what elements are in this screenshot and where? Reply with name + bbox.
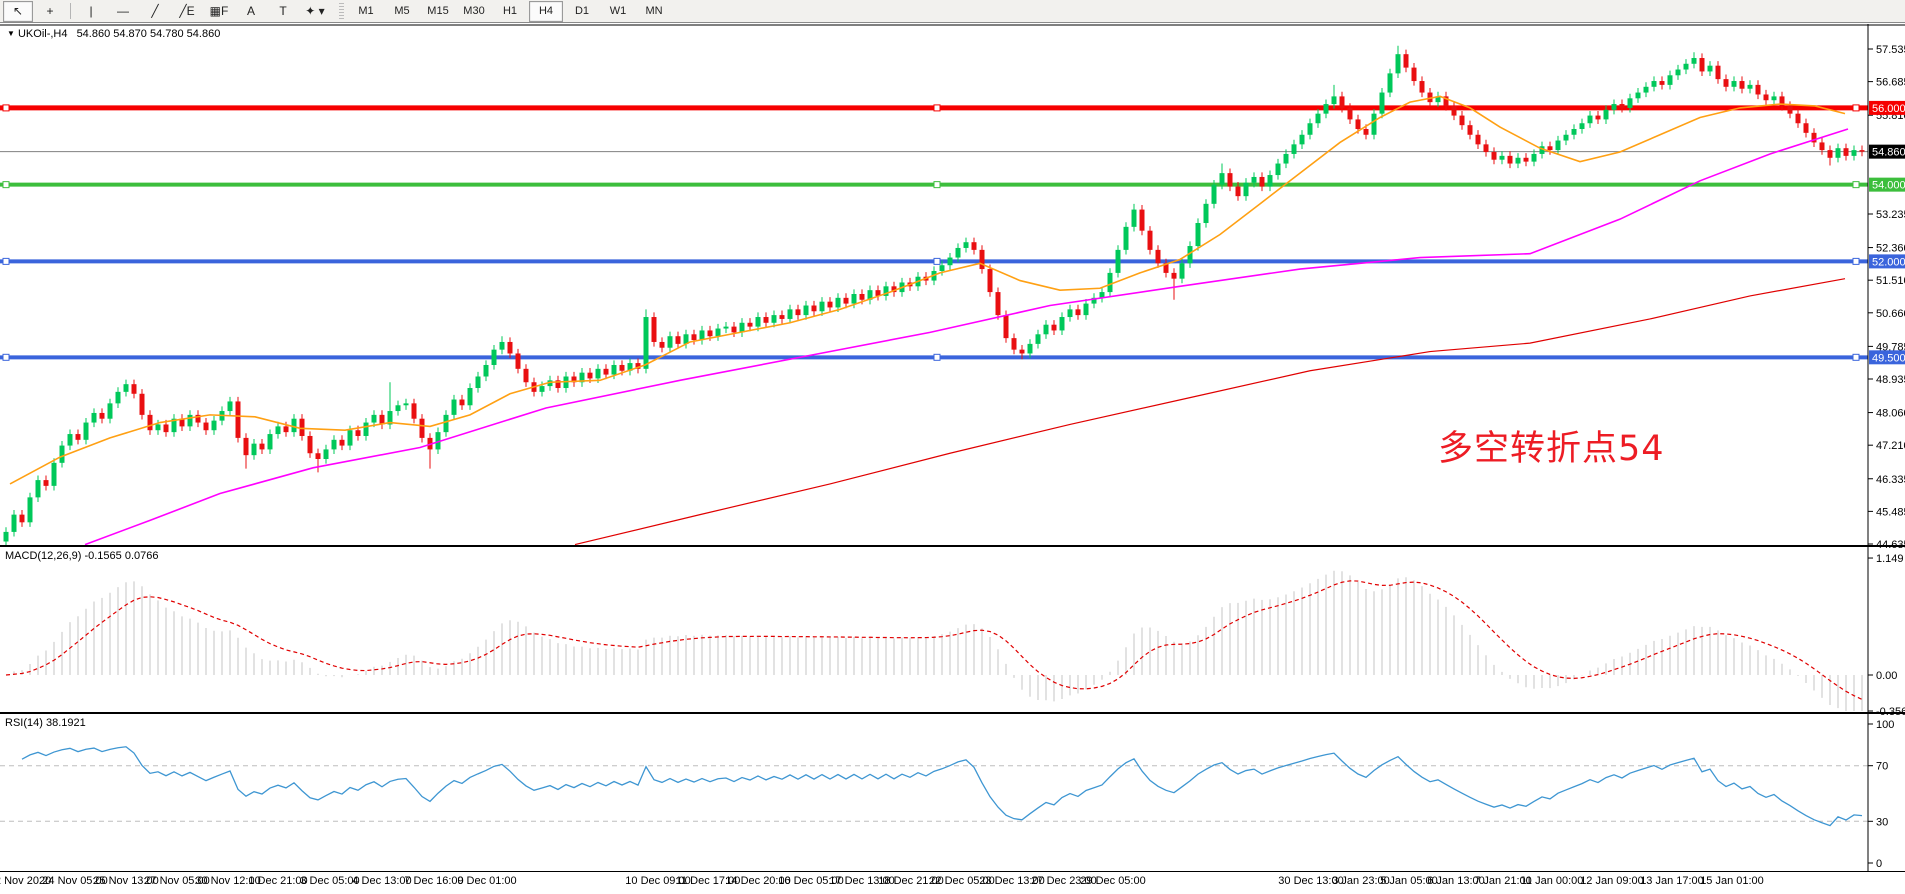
svg-text:48.060: 48.060 — [1876, 408, 1905, 420]
timeframe-m5[interactable]: M5 — [385, 1, 419, 22]
time-axis-label: 29 Dec 05:00 — [1080, 875, 1145, 887]
timeframe-d1[interactable]: D1 — [565, 1, 599, 22]
svg-text:49.500: 49.500 — [1872, 352, 1905, 364]
rsi-indicator-label: RSI(14) 38.1921 — [5, 717, 86, 729]
ohlc-values: 54.860 54.870 54.780 54.860 — [77, 28, 221, 40]
tool-text-label[interactable]: T — [268, 1, 298, 22]
tool-arrows[interactable]: ✦ ▾ — [300, 1, 330, 22]
svg-text:50.660: 50.660 — [1876, 308, 1905, 320]
svg-text:57.535: 57.535 — [1876, 44, 1905, 56]
toolbar-grip[interactable] — [339, 3, 344, 19]
timeframe-h1[interactable]: H1 — [493, 1, 527, 22]
svg-text:70: 70 — [1876, 761, 1888, 773]
svg-text:44.635: 44.635 — [1876, 539, 1905, 551]
chart-title: ▼ UKOil-,H4 54.860 54.870 54.780 54.860 — [7, 28, 220, 40]
timeframe-w1[interactable]: W1 — [601, 1, 635, 22]
mt4-window: ↖+ |—╱╱E▦FAT✦ ▾ M1M5M15M30H1H4D1W1MN 57.53… — [0, 0, 1905, 894]
svg-text:30: 30 — [1876, 816, 1888, 828]
tool-horizontal-line[interactable]: — — [108, 1, 138, 22]
toolbar-separator — [70, 3, 71, 19]
svg-text:47.210: 47.210 — [1876, 440, 1905, 452]
svg-text:54.000: 54.000 — [1872, 180, 1905, 192]
svg-text:51.510: 51.510 — [1876, 275, 1905, 287]
time-axis-label: 9 Dec 01:00 — [457, 875, 516, 887]
time-axis-label: 12 Jan 09:00 — [1580, 875, 1644, 887]
svg-text:46.335: 46.335 — [1876, 474, 1905, 486]
svg-text:100: 100 — [1876, 719, 1894, 731]
svg-text:1.149: 1.149 — [1876, 553, 1904, 565]
tool-trendline[interactable]: ╱ — [140, 1, 170, 22]
svg-text:56.000: 56.000 — [1872, 103, 1905, 115]
svg-text:-0.3563: -0.3563 — [1876, 706, 1905, 718]
svg-text:52.000: 52.000 — [1872, 256, 1905, 268]
tool-equidistant-channel[interactable]: ╱E — [172, 1, 202, 22]
time-axis-label: 3 Dec 05:00 — [300, 875, 359, 887]
timeframe-mn[interactable]: MN — [637, 1, 671, 22]
collapse-triangle-icon[interactable]: ▼ — [7, 29, 15, 38]
tool-text[interactable]: A — [236, 1, 266, 22]
svg-text:54.860: 54.860 — [1872, 147, 1905, 159]
svg-text:0.00: 0.00 — [1876, 670, 1897, 682]
tool-crosshair[interactable]: + — [35, 1, 65, 22]
macd-indicator-label: MACD(12,26,9) -0.1565 0.0766 — [5, 550, 158, 562]
svg-text:45.485: 45.485 — [1876, 506, 1905, 518]
timeframe-h4[interactable]: H4 — [529, 1, 563, 22]
tool-vertical-line[interactable]: | — [76, 1, 106, 22]
svg-text:53.235: 53.235 — [1876, 209, 1905, 221]
time-axis[interactable]: 22 Nov 202024 Nov 05:0025 Nov 13:0027 No… — [0, 872, 1905, 894]
time-axis-label: 1 Dec 21:00 — [248, 875, 307, 887]
svg-text:0: 0 — [1876, 858, 1882, 870]
symbol-title: UKOil-,H4 — [18, 28, 68, 40]
timeframe-m15[interactable]: M15 — [421, 1, 455, 22]
time-axis-label: 4 Dec 13:00 — [352, 875, 411, 887]
svg-text:52.360: 52.360 — [1876, 243, 1905, 255]
tool-fibonacci[interactable]: ▦F — [204, 1, 234, 22]
tool-cursor[interactable]: ↖ — [3, 1, 33, 22]
annotation-text[interactable]: 多空转折点54 — [1438, 420, 1665, 471]
time-axis-label: 7 Dec 16:00 — [404, 875, 463, 887]
svg-text:48.935: 48.935 — [1876, 374, 1905, 386]
svg-text:56.685: 56.685 — [1876, 77, 1905, 89]
toolbar: ↖+ |—╱╱E▦FAT✦ ▾ M1M5M15M30H1H4D1W1MN — [0, 0, 1905, 23]
time-axis-label: 13 Jan 17:00 — [1640, 875, 1704, 887]
time-axis-label: 15 Jan 01:00 — [1700, 875, 1764, 887]
time-axis-label: 11 Jan 00:00 — [1521, 875, 1584, 887]
timeframe-m30[interactable]: M30 — [457, 1, 491, 22]
timeframe-m1[interactable]: M1 — [349, 1, 383, 22]
